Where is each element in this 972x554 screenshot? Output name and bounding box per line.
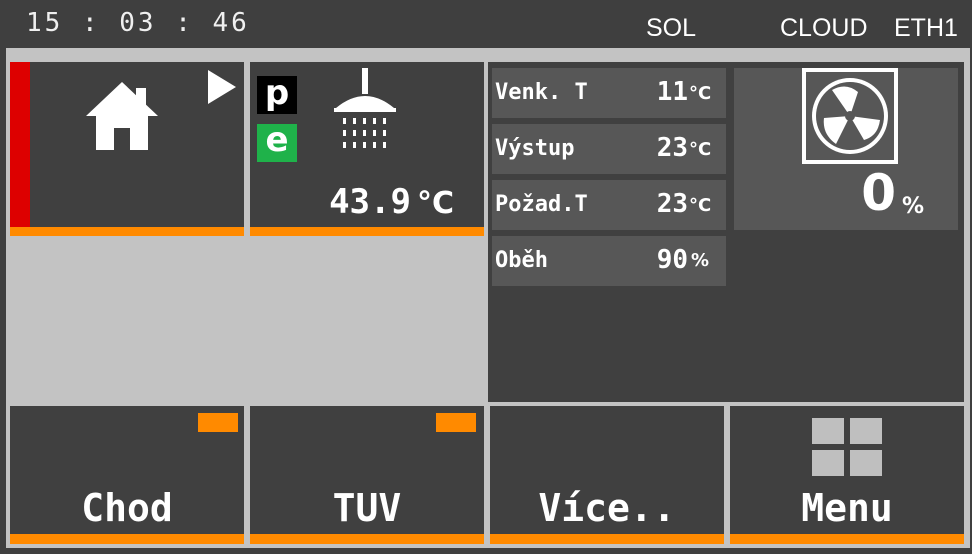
heating-tile-bar xyxy=(10,227,244,236)
reading-row-setpoint: Požad.T 23 °C xyxy=(492,180,726,230)
vice-bar xyxy=(490,534,724,544)
reading-unit: °C xyxy=(689,139,712,160)
grid-icon xyxy=(812,418,882,476)
badge-e: e xyxy=(257,123,297,162)
chod-bar xyxy=(10,534,244,544)
fan-icon xyxy=(802,68,898,164)
chod-label: Chod xyxy=(81,486,173,530)
status-cloud: CLOUD xyxy=(780,14,868,42)
dhw-temperature-unit: °C xyxy=(416,186,454,221)
reading-value: 23 xyxy=(656,189,688,219)
chod-button[interactable]: Chod xyxy=(10,406,244,544)
reading-row-outdoor: Venk. T 11 °C xyxy=(492,68,726,118)
play-arrow-icon[interactable] xyxy=(206,70,236,104)
tuv-label: TUV xyxy=(332,486,402,530)
reading-name: Venk. T xyxy=(495,80,588,105)
reading-name: Výstup xyxy=(495,136,575,161)
fan-value: 0 xyxy=(861,164,896,222)
reading-row-flow: Výstup 23 °C xyxy=(492,124,726,174)
reading-value: 90 xyxy=(656,245,688,275)
menu-label: Menu xyxy=(801,486,893,530)
reading-unit: °C xyxy=(689,195,712,216)
chod-indicator xyxy=(198,413,238,432)
status-eth: ETH1 xyxy=(894,14,958,42)
vice-button[interactable]: Více.. xyxy=(490,406,724,544)
reading-name: Oběh xyxy=(495,248,548,273)
dhw-tile[interactable]: p e 43.9 °C xyxy=(250,62,484,236)
heating-tile[interactable] xyxy=(10,62,244,236)
reading-row-circulation: Oběh 90 % xyxy=(492,236,726,286)
reading-unit: % xyxy=(691,250,710,271)
dhw-temperature-value: 43.9 xyxy=(329,182,411,222)
alert-indicator xyxy=(10,62,30,227)
status-sol: SOL xyxy=(646,14,697,42)
house-icon xyxy=(84,78,160,154)
fan-unit: % xyxy=(902,194,925,219)
dhw-tile-bar xyxy=(250,227,484,236)
menu-button[interactable]: Menu xyxy=(730,406,964,544)
reading-value: 11 xyxy=(656,77,688,107)
shower-icon xyxy=(334,68,396,160)
badge-p: p xyxy=(257,76,297,114)
tuv-bar xyxy=(250,534,484,544)
menu-bar xyxy=(730,534,964,544)
fan-tile[interactable]: 0 % xyxy=(734,68,958,230)
reading-value: 23 xyxy=(656,133,688,163)
reading-unit: °C xyxy=(689,83,712,104)
vice-label: Více.. xyxy=(538,486,676,530)
tuv-button[interactable]: TUV xyxy=(250,406,484,544)
tuv-indicator xyxy=(436,413,476,432)
dhw-temperature: 43.9 °C xyxy=(290,182,454,222)
reading-name: Požad.T xyxy=(495,192,588,217)
clock: 15 : 03 : 46 xyxy=(26,8,250,38)
